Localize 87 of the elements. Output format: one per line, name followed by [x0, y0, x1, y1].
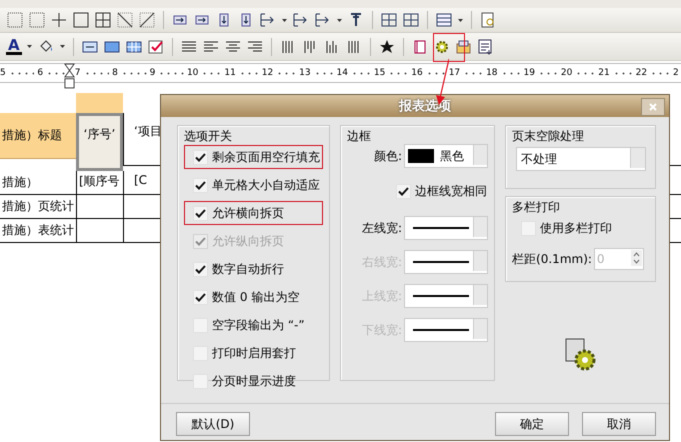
checkbox[interactable] [193, 178, 208, 192]
checkbox[interactable] [193, 206, 208, 220]
checkmark-icon[interactable] [146, 38, 165, 56]
dialog-button[interactable]: 取消 [582, 412, 656, 436]
dropdown-value: 不处理 [521, 150, 558, 168]
group-title: 页末空隙处理 [512, 129, 584, 143]
dialog-button[interactable]: 默认(D) [176, 412, 250, 436]
line-width-dropdown[interactable] [404, 250, 488, 274]
ruler-number: 20 [560, 68, 572, 78]
ruler-number: 8 [112, 68, 118, 78]
checkbox[interactable] [193, 374, 208, 388]
line-width-dropdown[interactable] [404, 318, 488, 342]
close-icon[interactable] [641, 98, 665, 116]
all-borders-icon[interactable] [94, 11, 112, 29]
checkbox[interactable] [193, 150, 208, 164]
field-label: 左线宽: [362, 220, 402, 236]
caret-icon[interactable] [281, 16, 288, 24]
diagonal-line-icon[interactable] [116, 11, 134, 29]
table-cell[interactable] [76, 195, 123, 219]
caret-icon[interactable] [336, 16, 343, 24]
table-cell[interactable]: ‘序号’ [76, 113, 123, 171]
ruler-number: 15 [374, 68, 386, 78]
ruler-number: 10 [186, 68, 198, 78]
checkbox[interactable] [396, 184, 412, 198]
star-icon[interactable] [378, 38, 396, 56]
row-label: 措施）表统计 [0, 219, 76, 243]
ruler-number: 11 [224, 68, 236, 78]
checkbox-label: 打印时启用套打 [212, 344, 296, 362]
group-title: 多栏打印 [512, 200, 560, 214]
caret-icon[interactable] [457, 16, 464, 24]
checkbox-label: 允许横向拆页 [212, 204, 284, 222]
row-label: 措施） [0, 171, 76, 195]
cell-border-icon[interactable] [28, 11, 46, 29]
ruler-number: 6 [37, 68, 44, 78]
field-value: 0 [596, 252, 605, 266]
checkbox-label: 单元格大小自动适应 [212, 176, 320, 194]
highlight-box [433, 33, 465, 62]
dialog-button[interactable]: 确定 [495, 412, 569, 436]
ruler-number: 12 [262, 68, 274, 78]
color-dropdown[interactable]: 黑色 [404, 144, 488, 168]
columns-icon[interactable] [380, 11, 398, 29]
ruler-number: 21 [598, 68, 610, 78]
folder-icon[interactable] [454, 38, 473, 56]
ruler-number: 17 [448, 68, 460, 78]
indent-marker-icon[interactable] [64, 62, 75, 90]
ruler-number: 2 [673, 68, 679, 78]
line-width-dropdown[interactable] [404, 284, 488, 308]
window-title: 报表选项 [399, 98, 451, 115]
table-cell[interactable] [76, 219, 123, 243]
group-title: 边框 [347, 129, 372, 143]
ruler-number: 19 [523, 68, 535, 78]
ruler-number: 16 [411, 68, 423, 78]
ruler-number: 13 [299, 68, 311, 78]
caret-icon[interactable] [58, 43, 66, 50]
checkbox[interactable] [193, 290, 208, 304]
ruler-number: 9 [150, 68, 156, 78]
dropdown-value: 黑色 [440, 148, 464, 164]
group-title: 选项开关 [184, 129, 232, 143]
ruler-number: 5 [0, 68, 6, 78]
ruler-number: 18 [486, 68, 498, 78]
ruler-number: 22 [636, 68, 648, 78]
ruler-number: 14 [336, 68, 348, 78]
checkbox[interactable] [193, 262, 208, 276]
field-label: 栏距(0.1mm): [512, 250, 592, 268]
checkbox-label: 使用多栏打印 [540, 220, 612, 236]
inner-border-icon[interactable] [50, 11, 68, 29]
font-color-button[interactable]: A [6, 38, 22, 55]
checkbox-label: 数值 0 输出为空 [212, 288, 300, 306]
dropdown[interactable]: 不处理 [516, 147, 646, 171]
row-label: 措施）页统计 [0, 195, 76, 219]
line-width-dropdown[interactable] [404, 216, 488, 240]
table-cell[interactable]: [顺序号 [76, 171, 123, 195]
diagonal-line-icon[interactable] [138, 11, 156, 29]
ruler-number: 7 [74, 68, 81, 78]
cell-border-icon[interactable] [6, 11, 24, 29]
checkbox-label: 允许纵向拆页 [212, 232, 284, 250]
table-icon[interactable] [435, 11, 453, 29]
columns-icon[interactable] [402, 11, 420, 29]
field-label: 颜色: [374, 148, 402, 164]
checkbox-label: 空字段输出为 “-” [212, 316, 305, 334]
checkbox-label: 数字自动折行 [212, 260, 284, 278]
outer-border-icon[interactable] [72, 11, 90, 29]
caret-icon[interactable] [26, 43, 33, 50]
checkbox-label: 剩余页面用空行填充 [212, 148, 320, 166]
checkbox-label: 边框线宽相同 [415, 182, 488, 200]
row-label: 措施）标题 [0, 113, 76, 159]
checkbox-label: 分页时显示进度 [212, 372, 296, 390]
